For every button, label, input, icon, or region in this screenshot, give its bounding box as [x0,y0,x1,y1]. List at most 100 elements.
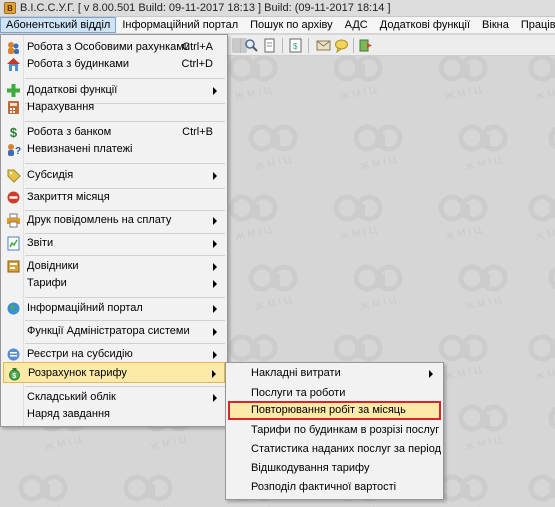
subscriber-dept-menu: Робота з Особовими рахунками Ctrl+A Робо… [0,34,228,427]
toolbar-separator [308,38,309,53]
tag-icon [6,168,21,183]
toolbar-separator [353,38,354,53]
submenu-item-repeat-works-month[interactable]: Повторювання робіт за місяць [228,401,441,420]
submenu-item-tariffs-by-building[interactable]: Тарифи по будинкам в розрізі послуг [228,421,441,440]
svg-text:ЖМІЦ: ЖМІЦ [534,224,555,242]
svg-text:ЖМІЦ: ЖМІЦ [339,84,380,102]
app-logo-icon: B [4,2,16,14]
watermark-logo: ЖМІЦ [540,256,555,313]
submenu-arrow-icon [213,305,217,313]
menu-item-accruals[interactable]: Нарахування [3,97,225,118]
toolbar-separator [240,38,241,53]
menu-bar: Абонентський відділ Інформаційний портал… [0,17,555,34]
exit-icon[interactable] [358,38,373,53]
watermark-logo: ЖМІЦ [520,186,555,243]
svg-text:ЖМІЦ: ЖМІЦ [534,364,555,382]
svg-text:ЖМІЦ: ЖМІЦ [339,224,380,242]
watermark-logo: ЖМІЦ [345,256,415,313]
menubar-item-info-portal[interactable]: Інформаційний портал [116,17,244,33]
menu-item-close-month[interactable]: Закриття місяця [3,187,225,208]
menu-separator [25,163,225,164]
submenu-arrow-icon [213,263,217,271]
watermark-logo: ЖМІЦ [220,56,290,103]
svg-text:ЖМІЦ: ЖМІЦ [464,154,505,172]
submenu-item-services-statistics[interactable]: Статистика наданих послуг за період [228,440,441,459]
watermark-logo: ЖМІЦ [115,466,185,507]
mail-icon[interactable] [316,38,331,53]
plus-icon [6,83,21,98]
watermark-logo: ЖМІЦ [240,256,310,313]
submenu-arrow-icon [213,351,217,359]
document-icon[interactable] [262,38,277,53]
menubar-item-employees[interactable]: Працівники [515,17,555,33]
watermark-logo: ЖМІЦ [520,326,555,383]
svg-text:ЖМІЦ: ЖМІЦ [254,294,295,312]
svg-text:ЖМІЦ: ЖМІЦ [149,434,190,452]
submenu-arrow-icon [213,217,217,225]
watermark-logo: ЖМІЦ [520,56,555,103]
watermark-logo: ЖМІЦ [430,186,500,243]
printer-icon [6,213,21,228]
report-icon [6,236,21,251]
svg-text:ЖМІЦ: ЖМІЦ [444,84,485,102]
submenu-arrow-icon [213,87,217,95]
submenu-arrow-icon [213,280,217,288]
window-title: В.І.С.С.У.Г. [ v 8.00.501 Build: 09-11-2… [20,2,391,14]
calculator-icon [6,100,21,115]
submenu-arrow-icon [213,240,217,248]
svg-text:ЖМІЦ: ЖМІЦ [254,154,295,172]
submenu-arrow-icon [213,328,217,336]
magnifier-icon[interactable] [244,38,259,53]
submenu-arrow-icon [213,172,217,180]
menubar-item-subscriber-dept[interactable]: Абонентський відділ [0,17,117,33]
sheet-icon[interactable]: $ [288,38,303,53]
menu-item-subsidy[interactable]: Субсидія [3,165,225,186]
submenu-item-tariff-reimbursement[interactable]: Відшкодування тарифу [228,459,441,478]
tariff-calculation-submenu: Накладні витрати Послуги та роботи Повто… [225,362,444,500]
title-bar: B В.І.С.С.У.Г. [ v 8.00.501 Build: 09-11… [0,0,555,17]
menu-separator [25,78,225,79]
svg-text:ЖМІЦ: ЖМІЦ [234,84,275,102]
menu-item-undefined-payments[interactable]: ? Невизначені платежі [3,139,225,160]
submenu-arrow-icon [429,370,433,378]
svg-text:ЖМІЦ: ЖМІЦ [359,294,400,312]
submenu-arrow-icon [213,394,217,402]
menubar-item-archive-search[interactable]: Пошук по архіву [244,17,339,33]
watermark-logo: ЖМІЦ [450,396,520,453]
svg-text:ЖМІЦ: ЖМІЦ [464,294,505,312]
book-icon [6,259,21,274]
menu-item-info-portal[interactable]: Інформаційний портал [3,298,225,319]
menu-item-buildings[interactable]: Робота з будинками Ctrl+D [3,54,225,75]
watermark-logo: ЖМІЦ [345,116,415,173]
menubar-item-windows[interactable]: Вікна [476,17,515,33]
menubar-item-ads[interactable]: АДС [339,17,374,33]
question-person-icon: ? [6,142,21,157]
menu-item-admin-functions[interactable]: Функції Адміністратора системи [3,321,225,342]
globe-icon [6,301,21,316]
watermark-logo: ЖМІЦ [10,466,80,507]
svg-text:ЖМІЦ: ЖМІЦ [234,224,275,242]
svg-text:ЖМІЦ: ЖМІЦ [444,224,485,242]
svg-text:ЖМІЦ: ЖМІЦ [359,154,400,172]
watermark-logo: ЖМІЦ [540,396,555,453]
watermark-logo: ЖМІЦ [240,116,310,173]
menu-item-print-notices[interactable]: Друк повідомлень на сплату [3,210,225,231]
menubar-item-extra-functions[interactable]: Додаткові функції [374,17,476,33]
submenu-item-overhead[interactable]: Накладні витрати [228,364,441,383]
watermark-logo: ЖМІЦ [540,116,555,173]
menu-item-reports[interactable]: Звіти [3,233,225,254]
svg-text:ЖМІЦ: ЖМІЦ [444,364,485,382]
submenu-arrow-icon [212,370,216,378]
chat-icon[interactable] [334,38,349,54]
submenu-item-actual-cost-distribution[interactable]: Розподіл фактичної вартості [228,478,441,497]
no-entry-icon [6,190,21,205]
people-icon [6,40,21,55]
watermark-logo: ЖМІЦ [430,56,500,103]
watermark-logo: ЖМІЦ [450,116,520,173]
menu-item-work-order[interactable]: Наряд завдання [3,404,225,425]
menu-item-tariffs[interactable]: Тарифи [3,273,225,294]
watermark-logo: ЖМІЦ [220,186,290,243]
svg-text:?: ? [15,146,21,157]
menu-item-tariff-calculation[interactable]: $ Розрахунок тарифу [3,362,225,383]
svg-text:$: $ [12,373,16,380]
